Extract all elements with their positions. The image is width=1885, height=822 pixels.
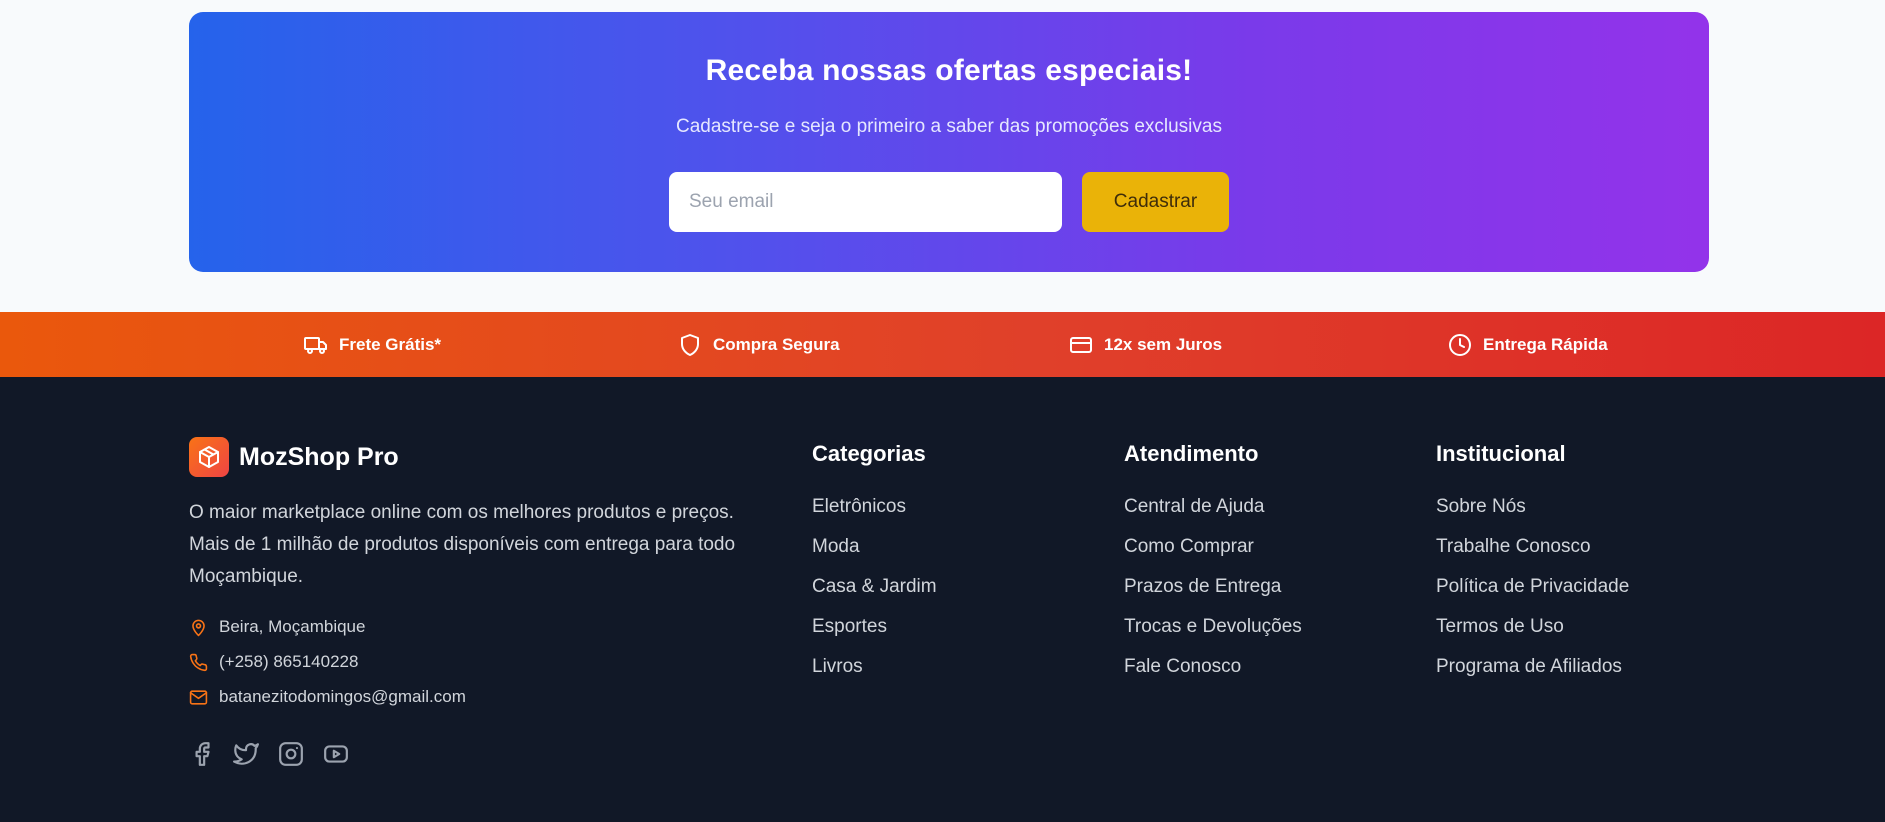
location-text: Beira, Moçambique	[219, 617, 366, 636]
newsletter-subtitle: Cadastre-se e seja o primeiro a saber da…	[676, 116, 1222, 137]
footer-link-contact[interactable]: Fale Conosco	[1124, 656, 1241, 678]
footer-link-returns[interactable]: Trocas e Devoluções	[1124, 616, 1302, 638]
subscribe-button[interactable]: Cadastrar	[1082, 172, 1229, 232]
credit-card-icon	[1070, 336, 1092, 353]
instagram-link[interactable]	[278, 741, 304, 767]
site-footer: MozShop Pro O maior marketplace online c…	[0, 377, 1885, 822]
institutional-title: Institucional	[1436, 441, 1566, 466]
categories-title: Categorias	[812, 441, 926, 466]
instagram-icon	[279, 742, 303, 766]
contact-location: Beira, Moçambique	[189, 617, 365, 637]
facebook-icon	[195, 742, 210, 766]
youtube-icon	[324, 745, 348, 763]
email-input[interactable]	[669, 172, 1062, 232]
footer-link-about[interactable]: Sobre Nós	[1436, 496, 1526, 518]
footer-link-privacy[interactable]: Política de Privacidade	[1436, 576, 1629, 598]
package-icon	[199, 446, 219, 468]
footer-link-delivery-times[interactable]: Prazos de Entrega	[1124, 576, 1281, 598]
footer-link-affiliates[interactable]: Programa de Afiliados	[1436, 656, 1622, 678]
description-line: Moçambique.	[189, 566, 304, 587]
clock-icon	[1449, 333, 1471, 356]
contact-phone: (+258) 865140228	[189, 652, 358, 672]
benefit-installments: 12x sem Juros	[1069, 312, 1222, 377]
brand-name[interactable]: MozShop Pro	[239, 443, 399, 472]
contact-email: batanezitodomingos@gmail.com	[189, 687, 466, 707]
brand-logo[interactable]	[189, 437, 229, 477]
benefit-secure-purchase: Compra Segura	[678, 312, 840, 377]
twitter-link[interactable]	[233, 741, 259, 767]
support-title: Atendimento	[1124, 441, 1259, 466]
email-text: batanezitodomingos@gmail.com	[219, 687, 466, 706]
footer-link-terms[interactable]: Termos de Uso	[1436, 616, 1564, 638]
benefit-label: Compra Segura	[713, 334, 840, 354]
map-pin-icon	[192, 619, 205, 636]
truck-icon	[304, 336, 327, 354]
newsletter-banner: Receba nossas ofertas especiais! Cadastr…	[189, 12, 1709, 272]
footer-link-careers[interactable]: Trabalhe Conosco	[1436, 536, 1591, 558]
newsletter-title: Receba nossas ofertas especiais!	[705, 54, 1193, 87]
benefit-label: 12x sem Juros	[1104, 334, 1223, 354]
footer-link-fashion[interactable]: Moda	[812, 536, 860, 558]
newsletter-section: Receba nossas ofertas especiais! Cadastr…	[0, 0, 1885, 312]
footer-link-help-center[interactable]: Central de Ajuda	[1124, 496, 1265, 518]
phone-text: (+258) 865140228	[219, 652, 359, 671]
mail-icon	[189, 689, 208, 705]
footer-link-sports[interactable]: Esportes	[812, 616, 887, 638]
newsletter-form: Cadastrar	[669, 172, 1229, 232]
benefit-label: Frete Grátis*	[339, 334, 442, 354]
description-line: Mais de 1 milhão de produtos disponíveis…	[189, 534, 736, 555]
brand-description: O maior marketplace online com os melhor…	[189, 497, 789, 593]
benefit-free-shipping: Frete Grátis*	[304, 312, 441, 377]
benefits-bar: Frete Grátis* Compra Segura 12x sem Juro…	[0, 312, 1885, 377]
benefit-fast-delivery: Entrega Rápida	[1448, 312, 1608, 377]
twitter-icon	[233, 743, 259, 765]
youtube-link[interactable]	[323, 741, 349, 767]
footer-link-how-to-buy[interactable]: Como Comprar	[1124, 536, 1254, 558]
footer-link-home-garden[interactable]: Casa & Jardim	[812, 576, 937, 598]
phone-icon	[189, 653, 208, 671]
footer-link-books[interactable]: Livros	[812, 656, 863, 678]
benefit-label: Entrega Rápida	[1483, 334, 1608, 354]
facebook-link[interactable]	[189, 741, 215, 767]
description-line: O maior marketplace online com os melhor…	[189, 502, 734, 523]
footer-link-electronics[interactable]: Eletrônicos	[812, 496, 906, 518]
shield-icon	[681, 333, 699, 356]
